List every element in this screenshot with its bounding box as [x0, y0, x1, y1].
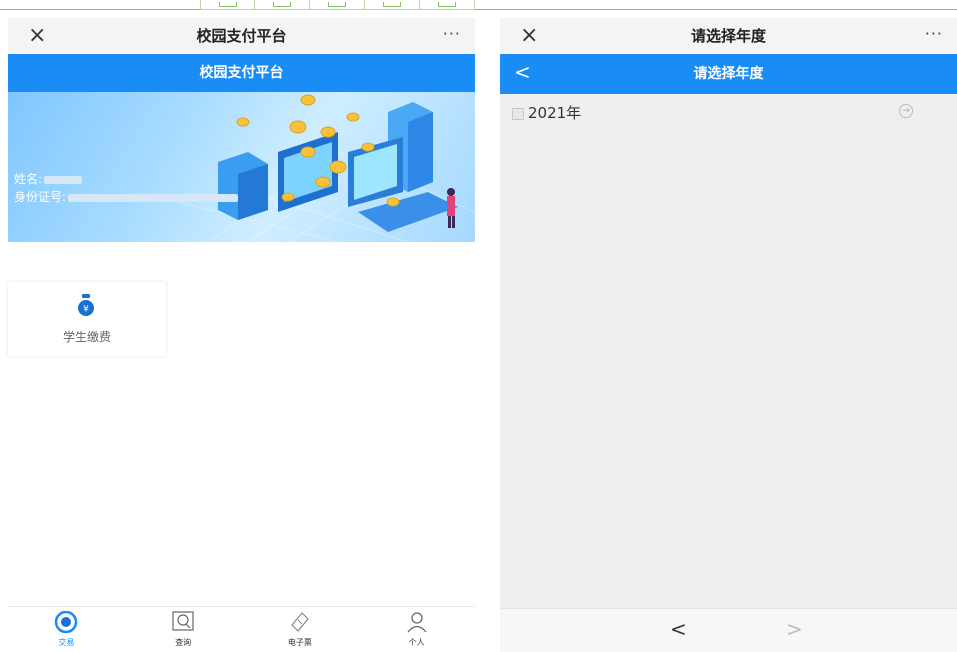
toolbar-button-1[interactable] [200, 0, 255, 10]
top-toolbar [200, 0, 475, 10]
money-bag-icon: ¥ [78, 294, 94, 316]
nav-title: 请选择年度 [690, 27, 766, 45]
student-id-number: 身份证号: [14, 188, 239, 205]
more-menu-button[interactable]: ··· [925, 18, 943, 50]
bottom-tab-bar: 交易 查询 电子票 个人 [8, 606, 475, 652]
year-label: 2021年 [528, 104, 582, 122]
person-icon [447, 188, 455, 228]
toolbar-icon [328, 2, 346, 7]
student-name: 姓名: [14, 170, 83, 187]
tab-query[interactable]: 查询 [125, 607, 242, 652]
banner: 姓名: 身份证号: [8, 92, 475, 242]
nav-bar: × 校园支付平台 ··· [8, 18, 475, 54]
banner-illustration [177, 94, 475, 242]
page-header: 校园支付平台 [8, 54, 475, 92]
more-menu-button[interactable]: ··· [443, 18, 461, 50]
toolbar-button-3[interactable] [310, 0, 365, 10]
id-label: 身份证号: [14, 190, 67, 204]
student-payment-label: 学生缴费 [62, 330, 111, 344]
masked-name [44, 175, 83, 184]
name-label: 姓名: [14, 172, 43, 186]
top-divider-right [475, 9, 957, 10]
toolbar-button-2[interactable] [255, 0, 310, 10]
calendar-icon [512, 108, 524, 120]
page-header: < 请选择年度 [500, 54, 957, 94]
year-select-screen: × 请选择年度 ··· < 请选择年度 2021年 → < > [500, 18, 957, 652]
trade-icon [55, 611, 78, 633]
toolbar-icon [438, 2, 456, 7]
ticket-icon [291, 612, 309, 632]
tab-personal[interactable]: 个人 [358, 607, 475, 652]
page-title: 请选择年度 [693, 66, 764, 82]
toolbar-button-5[interactable] [420, 0, 475, 10]
tab-e-ticket[interactable]: 电子票 [242, 607, 359, 652]
tab-label: 交易 [58, 638, 75, 647]
forward-nav-button[interactable]: > [786, 617, 803, 641]
toolbar-icon [218, 2, 237, 7]
tab-label: 电子票 [287, 638, 312, 647]
back-nav-button[interactable]: < [670, 617, 687, 641]
tab-label: 查询 [175, 638, 192, 647]
arrow-right-icon: → [899, 104, 913, 118]
student-payment-tile[interactable]: ¥ 学生缴费 [8, 282, 166, 356]
svg-text:¥: ¥ [83, 305, 89, 315]
nav-bar: × 请选择年度 ··· [500, 18, 957, 54]
toolbar-button-4[interactable] [365, 0, 420, 10]
home-screen: × 校园支付平台 ··· 校园支付平台 姓名: 身份证号: ¥ 学生缴费 交易 … [8, 18, 475, 652]
nav-title: 校园支付平台 [196, 27, 287, 45]
tab-trade[interactable]: 交易 [8, 607, 125, 652]
masked-id-number [68, 193, 239, 202]
toolbar-icon [383, 2, 401, 7]
search-icon [172, 611, 194, 631]
top-divider-left [0, 9, 200, 10]
toolbar-icon [273, 2, 291, 7]
browser-bottom-bar: < > [500, 608, 957, 652]
year-list-item[interactable]: 2021年 → [500, 94, 957, 130]
user-icon [407, 612, 427, 633]
tab-label: 个人 [408, 638, 425, 647]
